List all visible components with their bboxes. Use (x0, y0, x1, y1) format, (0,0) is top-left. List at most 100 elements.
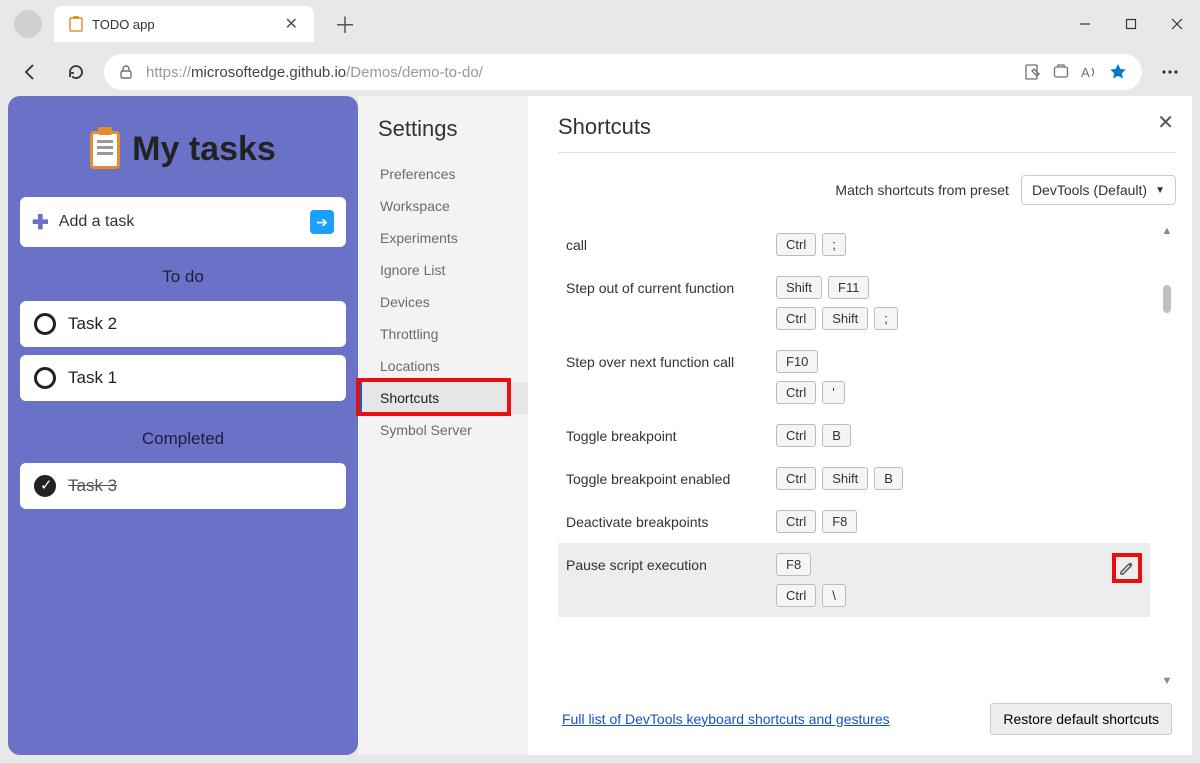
plus-icon: ✚ (32, 210, 49, 235)
shortcut-row: call Ctrl; (558, 223, 1150, 266)
address-bar[interactable]: https://microsoftedge.github.io/Demos/de… (104, 54, 1142, 90)
shortcut-name: Toggle breakpoint enabled (566, 467, 756, 487)
clipboard-icon (90, 131, 120, 169)
key-badge: Ctrl (776, 233, 816, 256)
settings-sidebar: Settings PreferencesWorkspaceExperiments… (358, 96, 528, 755)
shortcut-row: Pause script execution F8 Ctrl \ (558, 543, 1150, 617)
settings-item-workspace[interactable]: Workspace (378, 190, 528, 222)
key-badge: Ctrl (776, 510, 816, 533)
window-minimize-button[interactable] (1062, 4, 1108, 44)
shortcut-row: Step over next function call F10 Ctrl ' (558, 340, 1150, 414)
key-badge: F8 (822, 510, 857, 533)
task-checkbox[interactable] (34, 313, 56, 335)
task-checkbox[interactable] (34, 475, 56, 497)
browser-toolbar: https://microsoftedge.github.io/Demos/de… (0, 48, 1200, 96)
settings-item-devices[interactable]: Devices (378, 286, 528, 318)
task-item[interactable]: Task 2 (20, 301, 346, 347)
preset-label: Match shortcuts from preset (835, 182, 1009, 198)
key-badge: B (874, 467, 903, 490)
key-badge: F10 (776, 350, 818, 373)
task-text: Task 2 (68, 314, 117, 334)
task-text: Task 3 (68, 476, 117, 496)
key-badge: Shift (822, 307, 868, 330)
scroll-down-icon[interactable]: ▼ (1162, 673, 1173, 689)
key-badge: ' (822, 381, 844, 404)
edit-shortcut-button[interactable] (1112, 553, 1142, 583)
key-badge: Ctrl (776, 381, 816, 404)
task-text: Task 1 (68, 368, 117, 388)
devtools-settings: Settings PreferencesWorkspaceExperiments… (358, 96, 1192, 755)
shortcut-row: Toggle breakpoint Ctrl B (558, 414, 1150, 457)
favorite-star-icon[interactable] (1108, 62, 1128, 82)
key-badge: ; (822, 233, 846, 256)
refresh-button[interactable] (58, 54, 94, 90)
task-item[interactable]: Task 3 (20, 463, 346, 509)
browser-menu-button[interactable] (1152, 54, 1188, 90)
tab-title: TODO app (92, 17, 279, 32)
settings-item-preferences[interactable]: Preferences (378, 158, 528, 190)
new-tab-button[interactable]: ＋ (326, 4, 364, 44)
shortcut-row: Step out of current function Shift F11 Ctrl… (558, 266, 1150, 340)
key-badge: Ctrl (776, 584, 816, 607)
profile-avatar[interactable] (14, 10, 42, 38)
read-aloud-icon[interactable]: A (1080, 63, 1098, 81)
key-badge: F11 (828, 276, 869, 299)
key-badge: Ctrl (776, 307, 816, 330)
submit-task-button[interactable]: ➔ (310, 210, 334, 234)
shortcut-name: Step over next function call (566, 350, 756, 370)
url-text: https://microsoftedge.github.io/Demos/de… (146, 64, 483, 81)
shortcut-name: Pause script execution (566, 553, 756, 573)
restore-defaults-button[interactable]: Restore default shortcuts (990, 703, 1172, 735)
browser-titlebar: TODO app ✕ ＋ (0, 0, 1200, 48)
key-badge: Shift (822, 467, 868, 490)
section-completed-label: Completed (20, 419, 346, 453)
key-badge: B (822, 424, 851, 447)
app-install-icon[interactable] (1052, 63, 1070, 81)
settings-item-ignore-list[interactable]: Ignore List (378, 254, 528, 286)
scrollbar[interactable]: ▲ ▼ (1158, 223, 1176, 689)
add-task-input[interactable]: ✚ Add a task ➔ (20, 197, 346, 247)
preset-select[interactable]: DevTools (Default) ▼ (1021, 175, 1176, 205)
browser-tab[interactable]: TODO app ✕ (54, 6, 314, 42)
window-close-button[interactable] (1154, 4, 1200, 44)
task-item[interactable]: Task 1 (20, 355, 346, 401)
scroll-up-icon[interactable]: ▲ (1162, 223, 1173, 239)
settings-item-locations[interactable]: Locations (378, 350, 528, 382)
shortcuts-panel: ✕ Shortcuts Match shortcuts from preset … (528, 96, 1192, 755)
shortcut-row: Deactivate breakpoints Ctrl F8 (558, 500, 1150, 543)
preset-value: DevTools (Default) (1032, 182, 1147, 198)
tab-close-button[interactable]: ✕ (279, 14, 304, 34)
shortcut-name: Deactivate breakpoints (566, 510, 756, 530)
shortcut-name: call (566, 233, 756, 253)
shortcut-name: Toggle breakpoint (566, 424, 756, 444)
settings-item-shortcuts[interactable]: Shortcuts (358, 382, 528, 414)
settings-heading: Settings (378, 116, 528, 142)
key-badge: ; (874, 307, 898, 330)
settings-item-symbol-server[interactable]: Symbol Server (378, 414, 528, 446)
task-checkbox[interactable] (34, 367, 56, 389)
full-list-link[interactable]: Full list of DevTools keyboard shortcuts… (562, 711, 890, 727)
key-badge: F8 (776, 553, 811, 576)
todo-title: My tasks (132, 130, 276, 169)
settings-item-throttling[interactable]: Throttling (378, 318, 528, 350)
shortcut-name: Step out of current function (566, 276, 756, 296)
chevron-down-icon: ▼ (1155, 185, 1165, 196)
key-badge: Shift (776, 276, 822, 299)
back-button[interactable] (12, 54, 48, 90)
add-task-placeholder: Add a task (59, 213, 300, 231)
settings-item-experiments[interactable]: Experiments (378, 222, 528, 254)
key-badge: \ (822, 584, 846, 607)
tab-favicon-icon (68, 16, 84, 32)
section-todo-label: To do (20, 257, 346, 291)
shortcut-row: Toggle breakpoint enabled Ctrl Shift B (558, 457, 1150, 500)
key-badge: Ctrl (776, 424, 816, 447)
panel-title: Shortcuts (558, 114, 1176, 153)
edit-page-icon[interactable] (1024, 63, 1042, 81)
window-maximize-button[interactable] (1108, 4, 1154, 44)
close-settings-button[interactable]: ✕ (1157, 110, 1174, 135)
key-badge: Ctrl (776, 467, 816, 490)
lock-icon (118, 64, 134, 80)
todo-app: My tasks ✚ Add a task ➔ To do Task 2 Task… (8, 96, 358, 755)
svg-text:A: A (1081, 65, 1090, 80)
scroll-thumb[interactable] (1163, 285, 1171, 313)
